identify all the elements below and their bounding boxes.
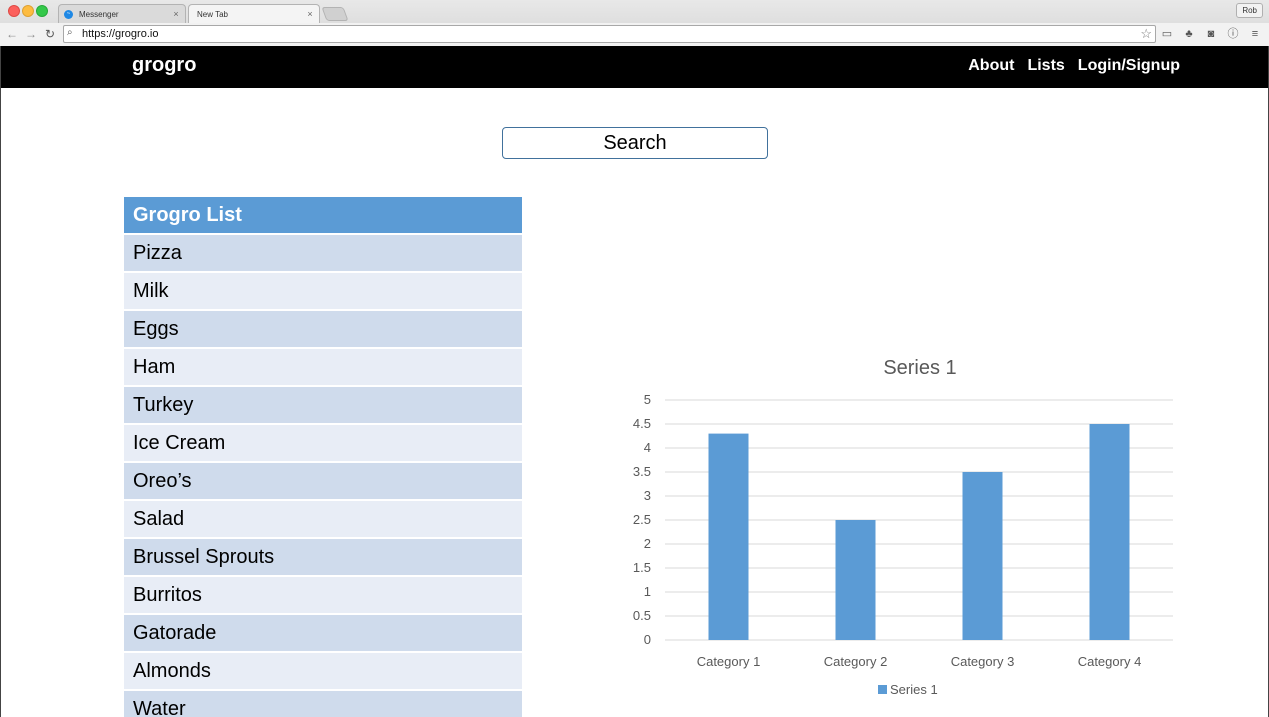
chart-title: Series 1 [883, 357, 956, 379]
bar [835, 520, 876, 640]
chart-svg: Series 1 0 0.5 1 1.5 2 2.5 3 3.5 4 4.5 5 Category 1 C… [633, 357, 1173, 697]
bar [708, 433, 749, 640]
x-tick-label: Category 1 [697, 654, 761, 669]
address-bar[interactable]: ⌕ ☆ [63, 25, 1156, 43]
messenger-icon: ~ [64, 9, 73, 19]
evernote-icon[interactable]: ♣ [1182, 27, 1196, 41]
legend-label: Series 1 [890, 682, 938, 697]
y-tick-label: 5 [644, 392, 651, 407]
nav-link-about[interactable]: About [968, 57, 1014, 75]
y-tick-label: 0.5 [633, 608, 651, 623]
list-item[interactable]: Burritos [124, 577, 522, 613]
list-item[interactable]: Pizza [124, 235, 522, 271]
list-item[interactable]: Almonds [124, 653, 522, 689]
bar-chart: Series 1 0 0.5 1 1.5 2 2.5 3 3.5 4 4.5 5 Category 1 C… [601, 336, 1221, 716]
list-item[interactable]: Turkey [124, 387, 522, 423]
x-tick-label: Category 2 [824, 654, 888, 669]
nav-links: About Lists Login/Signup [968, 57, 1180, 75]
tab-title: New Tab [197, 9, 228, 19]
x-tick-label: Category 4 [1078, 654, 1142, 669]
nav-link-login-signup[interactable]: Login/Signup [1078, 57, 1180, 75]
y-tick-label: 3.5 [633, 464, 651, 479]
browser-toolbar: ← → ↻ ⌕ ☆ ▭ ♣ ◙ ⓘ ≡ [0, 23, 1269, 46]
page-content: grogro About Lists Login/Signup Search G… [0, 46, 1269, 717]
list-item[interactable]: Ham [124, 349, 522, 385]
legend-swatch [878, 685, 887, 694]
url-input[interactable] [82, 27, 1122, 41]
search-icon: ⌕ [67, 27, 73, 38]
nav-link-lists[interactable]: Lists [1027, 57, 1064, 75]
bar [1089, 424, 1130, 640]
list-item[interactable]: Ice Cream [124, 425, 522, 461]
reload-icon[interactable]: ↻ [43, 26, 57, 42]
list-item[interactable]: Brussel Sprouts [124, 539, 522, 575]
list-item[interactable]: Eggs [124, 311, 522, 347]
profile-button[interactable]: Rob [1236, 3, 1263, 18]
bar [962, 472, 1003, 640]
pocket-icon[interactable]: ◙ [1204, 27, 1218, 41]
bookmark-star-icon[interactable]: ☆ [1140, 26, 1152, 42]
new-tab-button[interactable] [321, 7, 349, 21]
y-tick-label: 2 [644, 536, 651, 551]
cast-icon[interactable]: ▭ [1160, 27, 1174, 41]
tab-title: Messenger [79, 9, 119, 19]
back-arrow-icon[interactable]: ← [5, 26, 19, 42]
y-tick-label: 0 [644, 632, 651, 647]
info-icon[interactable]: ⓘ [1226, 27, 1240, 41]
y-tick-label: 1 [644, 584, 651, 599]
y-tick-label: 3 [644, 488, 651, 503]
close-window-button[interactable] [8, 5, 20, 17]
list-title: Grogro List [124, 197, 522, 233]
tab-messenger[interactable]: ~ Messenger × [58, 4, 186, 23]
list-item[interactable]: Salad [124, 501, 522, 537]
y-tick-label: 4.5 [633, 416, 651, 431]
tab-new-tab[interactable]: New Tab × [188, 4, 320, 23]
search-button[interactable]: Search [502, 127, 768, 159]
y-tick-label: 2.5 [633, 512, 651, 527]
list-item[interactable]: Milk [124, 273, 522, 309]
y-tick-label: 1.5 [633, 560, 651, 575]
x-tick-label: Category 3 [951, 654, 1015, 669]
browser-chrome: ~ Messenger × New Tab × Rob ← → ↻ ⌕ ☆ ▭ … [0, 0, 1269, 46]
list-item[interactable]: Gatorade [124, 615, 522, 651]
minimize-window-button[interactable] [22, 5, 34, 17]
site-logo[interactable]: grogro [132, 54, 196, 77]
grocery-list: Grogro List Pizza Milk Eggs Ham Turkey Ice Cr… [124, 197, 522, 717]
menu-icon[interactable]: ≡ [1248, 27, 1262, 41]
close-tab-icon[interactable]: × [304, 9, 316, 19]
close-tab-icon[interactable]: × [170, 9, 182, 19]
zoom-window-button[interactable] [36, 5, 48, 17]
list-item[interactable]: Water [124, 691, 522, 717]
tab-strip: ~ Messenger × New Tab × Rob [0, 0, 1269, 23]
list-item[interactable]: Oreo’s [124, 463, 522, 499]
y-tick-label: 4 [644, 440, 651, 455]
site-navbar: grogro About Lists Login/Signup [1, 46, 1268, 88]
forward-arrow-icon[interactable]: → [24, 26, 38, 42]
